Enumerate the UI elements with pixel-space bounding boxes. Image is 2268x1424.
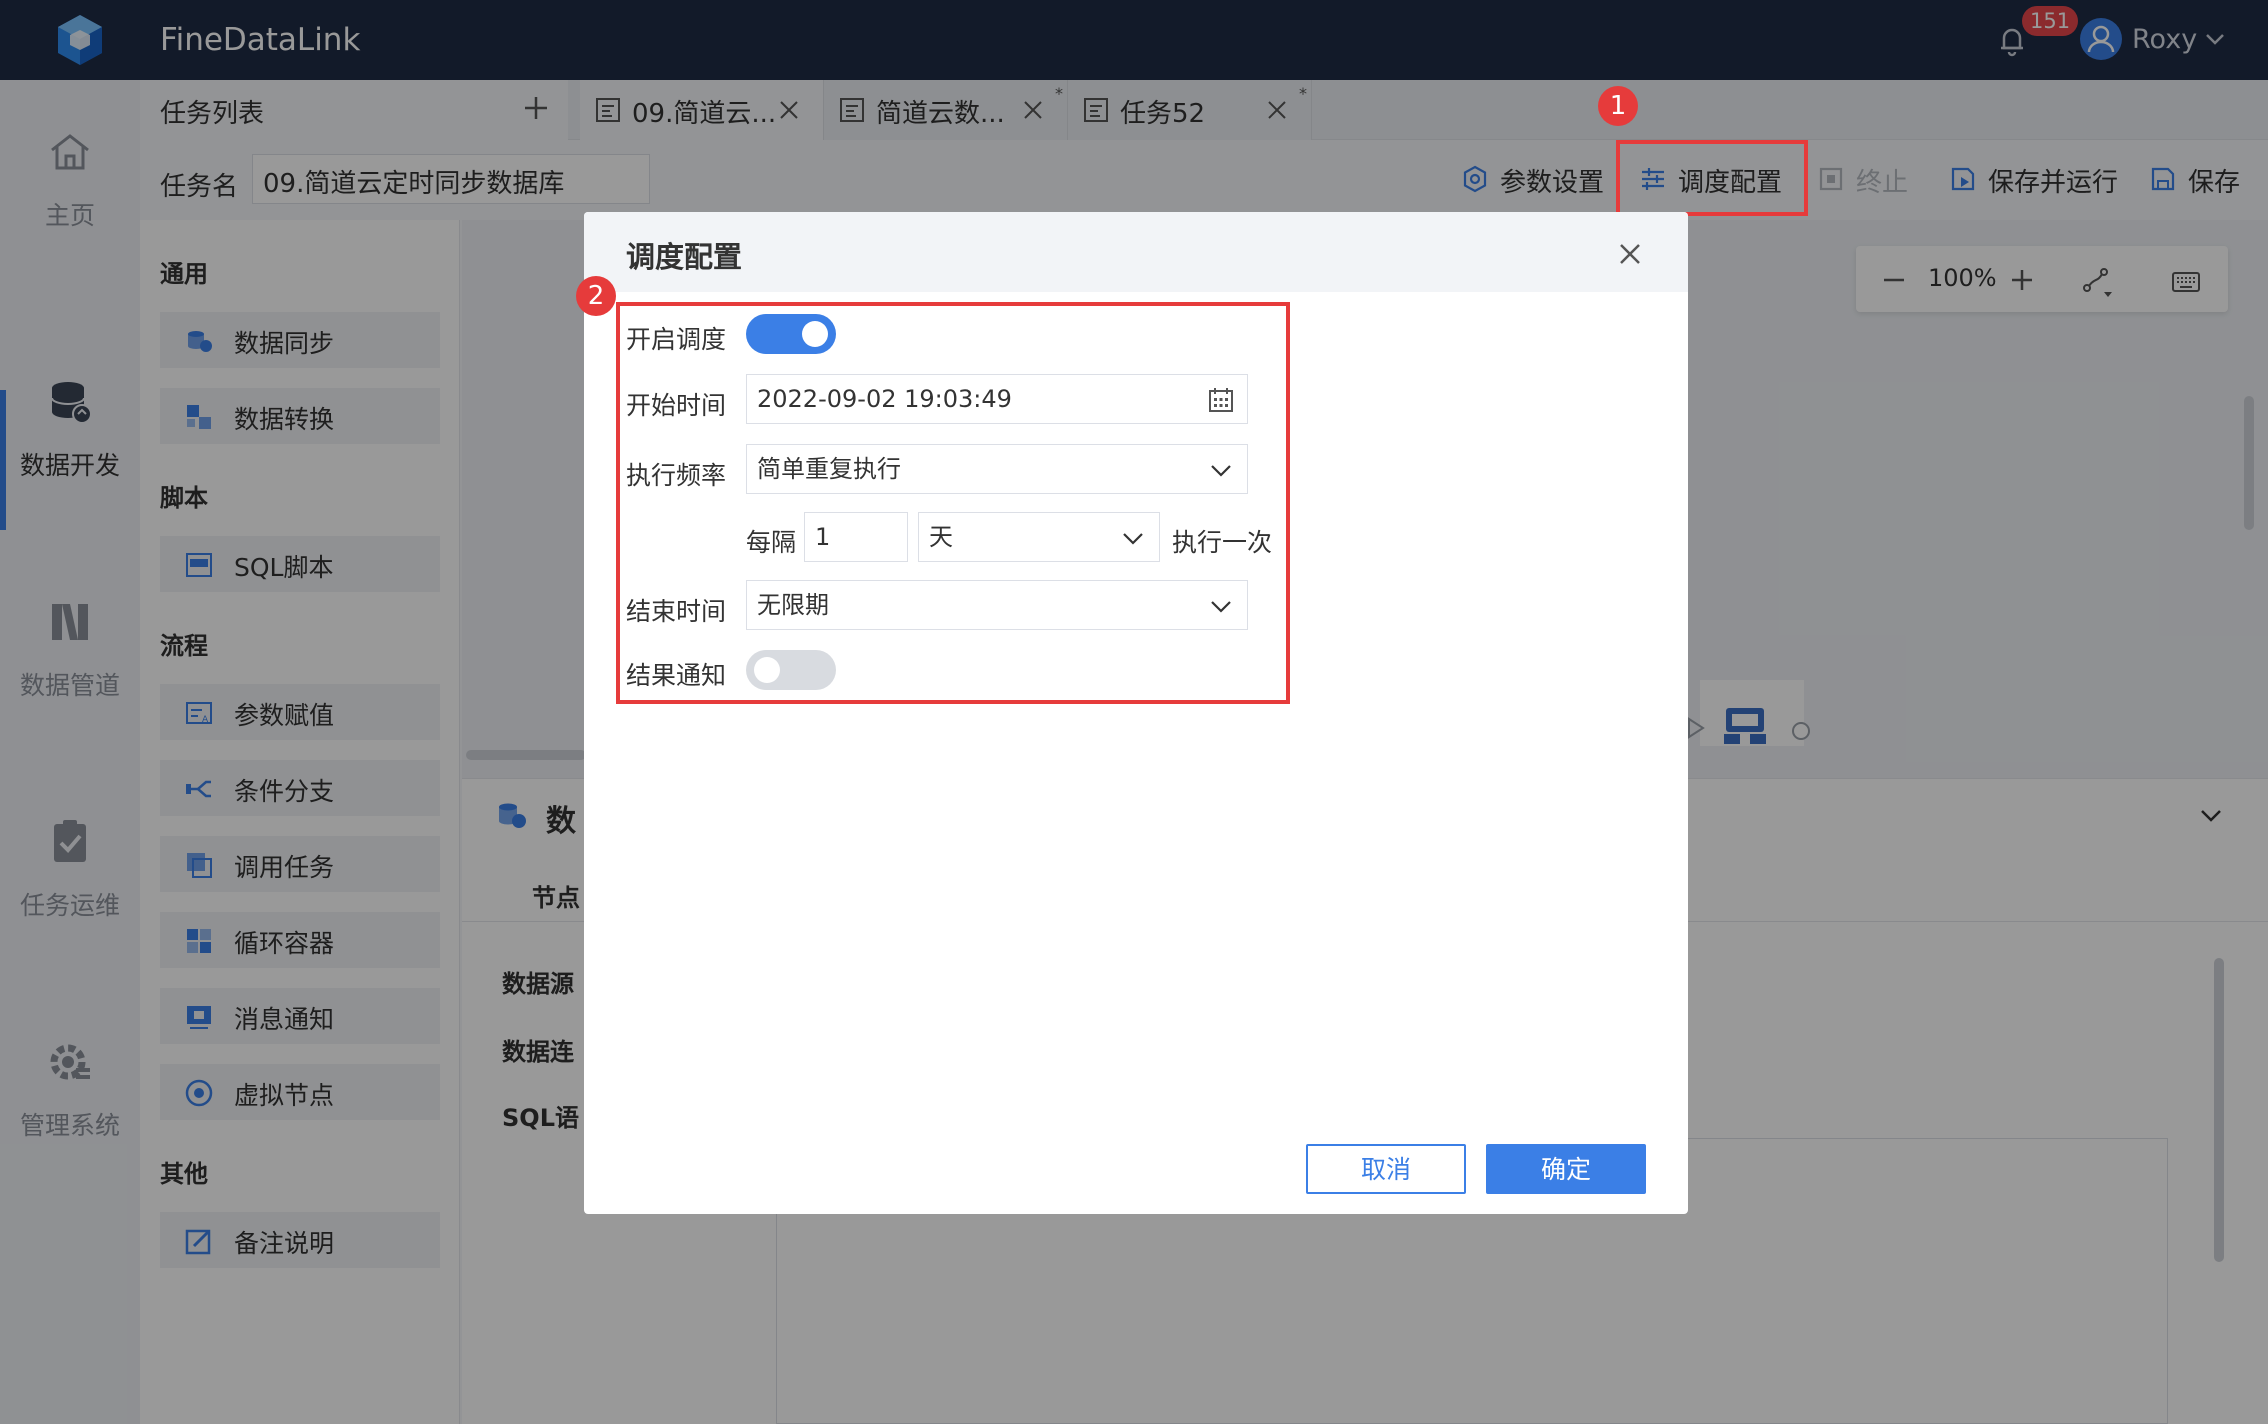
dialog-header xyxy=(584,212,1688,292)
highlight-box-schedule-form xyxy=(616,302,1290,704)
step-marker-1: 1 xyxy=(1598,86,1638,126)
close-icon[interactable] xyxy=(1616,240,1644,268)
cancel-button[interactable]: 取消 xyxy=(1306,1144,1466,1194)
dialog-title: 调度配置 xyxy=(626,240,743,274)
highlight-box-schedule-button xyxy=(1616,140,1808,216)
step-marker-2: 2 xyxy=(576,276,616,316)
confirm-button[interactable]: 确定 xyxy=(1486,1144,1646,1194)
